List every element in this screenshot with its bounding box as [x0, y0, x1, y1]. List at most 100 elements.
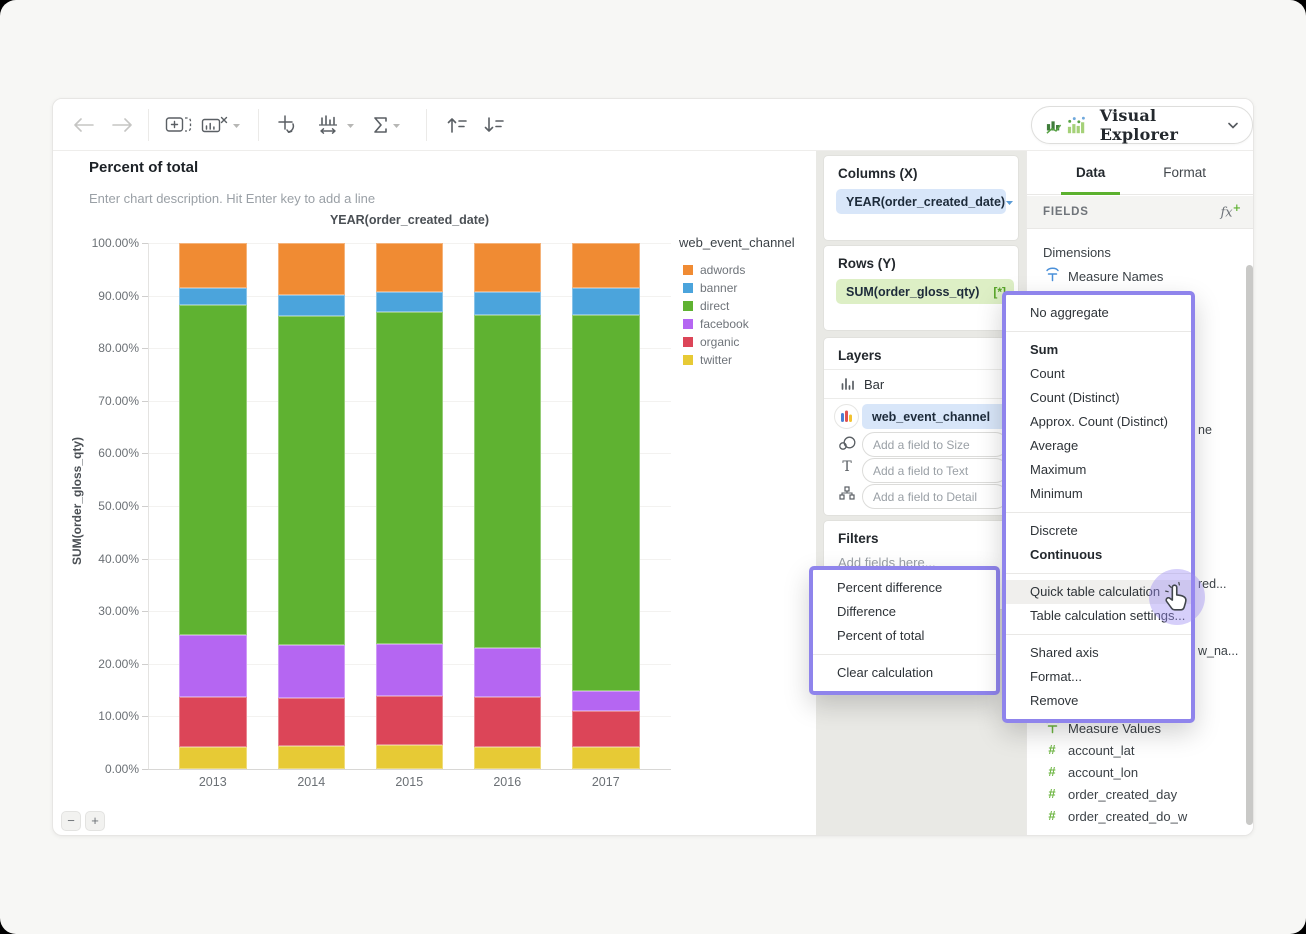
forward-button[interactable] — [107, 112, 137, 138]
bar-segment-banner-2016[interactable] — [473, 292, 541, 316]
field-order-created-day[interactable]: # order_created_day — [1043, 785, 1177, 803]
calc-menu-item-percent-difference[interactable]: Percent difference — [813, 576, 996, 600]
columns-field-pill[interactable]: YEAR(order_created_date) — [836, 189, 1014, 214]
bar-segment-twitter-2013[interactable] — [179, 746, 247, 769]
bar-segment-facebook-2015[interactable] — [375, 643, 443, 696]
aggregate-menu-item-average[interactable]: Average — [1006, 434, 1191, 458]
bar-segment-twitter-2014[interactable] — [277, 745, 345, 769]
color-field-pill[interactable]: web_event_channel — [862, 404, 1008, 429]
field-account-lat[interactable]: # account_lat — [1043, 741, 1134, 759]
rows-field-pill[interactable]: SUM(order_gloss_qty) [*] — [836, 279, 1014, 304]
bar-segment-organic-2013[interactable] — [179, 696, 247, 747]
forward-arrow-icon — [112, 118, 132, 132]
legend-item[interactable]: adwords — [683, 263, 745, 277]
bar-segment-adwords-2017[interactable] — [572, 243, 640, 289]
aggregate-menu-item-count-distinct[interactable]: Count (Distinct) — [1006, 386, 1191, 410]
bar-segment-banner-2013[interactable] — [179, 287, 247, 306]
size-field-input[interactable]: Add a field to Size — [862, 432, 1008, 457]
aggregate-menu-item-format[interactable]: Format... — [1006, 665, 1191, 689]
chart-title[interactable]: Percent of total — [89, 159, 198, 176]
aggregate-menu-item-minimum[interactable]: Minimum — [1006, 482, 1191, 506]
tab-data[interactable]: Data — [1060, 151, 1121, 195]
zoom-out-button[interactable]: − — [61, 811, 81, 831]
chevron-down-icon[interactable] — [1005, 193, 1014, 211]
bar-segment-facebook-2013[interactable] — [179, 634, 247, 697]
filters-shelf-title: Filters — [838, 531, 879, 546]
x-tick-label: 2015 — [395, 775, 424, 789]
x-tick-label: 2016 — [493, 775, 522, 789]
color-layer-icon[interactable] — [834, 404, 859, 429]
aggregate-menu-item-approx-count-distinct[interactable]: Approx. Count (Distinct) — [1006, 410, 1191, 434]
chevron-down-icon — [346, 116, 355, 134]
chart-description-input[interactable]: Enter chart description. Hit Enter key t… — [89, 191, 375, 206]
bar-segment-direct-2016[interactable] — [473, 315, 541, 648]
legend-item[interactable]: direct — [683, 299, 729, 313]
bar-segment-twitter-2015[interactable] — [375, 745, 443, 769]
aggregate-button[interactable] — [366, 112, 408, 138]
menu-section: Shared axis Format... Remove — [1006, 635, 1191, 719]
bar-segment-organic-2014[interactable] — [277, 697, 345, 746]
bar-segment-facebook-2014[interactable] — [277, 644, 345, 698]
legend-item[interactable]: banner — [683, 281, 737, 295]
bar-segment-twitter-2017[interactable] — [572, 746, 640, 769]
bar-segment-twitter-2016[interactable] — [473, 746, 541, 769]
bar-segment-direct-2013[interactable] — [179, 305, 247, 635]
sigma-icon — [374, 117, 387, 133]
bar-segment-facebook-2017[interactable] — [572, 691, 640, 712]
visual-explorer-switcher[interactable]: Visual Explorer — [1031, 106, 1253, 144]
calc-menu-item-difference[interactable]: Difference — [813, 600, 996, 624]
fields-scrollbar[interactable] — [1246, 265, 1253, 825]
aggregate-menu-item-sum[interactable]: Sum — [1006, 338, 1191, 362]
sort-descending-button[interactable] — [478, 112, 510, 138]
field-order-created-do-w[interactable]: # order_created_do_w — [1043, 807, 1187, 825]
rows-shelf-title: Rows (Y) — [838, 256, 896, 271]
bar-segment-adwords-2015[interactable] — [375, 243, 443, 292]
aggregate-menu-item-discrete[interactable]: Discrete — [1006, 519, 1191, 543]
aggregate-menu-item-maximum[interactable]: Maximum — [1006, 458, 1191, 482]
columns-shelf-title: Columns (X) — [838, 166, 918, 181]
bar-segment-banner-2015[interactable] — [375, 291, 443, 313]
calc-menu-item-percent-of-total[interactable]: Percent of total — [813, 624, 996, 648]
axis-settings-button[interactable] — [312, 112, 358, 138]
aggregate-menu-item-quick-table-calculation[interactable]: Quick table calculation — [1006, 580, 1191, 604]
aggregate-menu-item-table-calculation-settings[interactable]: Table calculation settings... — [1006, 604, 1191, 628]
swap-axes-button[interactable] — [273, 112, 305, 138]
sort-ascending-button[interactable] — [441, 112, 473, 138]
bar-segment-adwords-2016[interactable] — [473, 243, 541, 293]
add-calculation-icon[interactable]: fx+ — [1220, 203, 1241, 220]
bar-segment-banner-2014[interactable] — [277, 294, 345, 317]
bar-segment-organic-2016[interactable] — [473, 696, 541, 747]
tab-format[interactable]: Format — [1157, 151, 1212, 195]
bar-segment-direct-2015[interactable] — [375, 312, 443, 644]
aggregate-menu-item-count[interactable]: Count — [1006, 362, 1191, 386]
text-field-input[interactable]: Add a field to Text — [862, 458, 1008, 483]
add-chart-button[interactable] — [163, 112, 193, 138]
aggregate-menu-item-continuous[interactable]: Continuous — [1006, 543, 1191, 567]
aggregate-menu-item-no-aggregate[interactable]: No aggregate — [1006, 301, 1191, 325]
calc-menu-item-clear-calculation[interactable]: Clear calculation — [813, 661, 996, 685]
bar-segment-organic-2015[interactable] — [375, 695, 443, 746]
field-measure-names[interactable]: Measure Names — [1043, 267, 1163, 285]
bar-segment-adwords-2013[interactable] — [179, 243, 247, 288]
aggregate-menu-item-remove[interactable]: Remove — [1006, 689, 1191, 713]
bar-segment-direct-2014[interactable] — [277, 316, 345, 645]
bar-segment-facebook-2016[interactable] — [473, 648, 541, 697]
bar-segment-direct-2017[interactable] — [572, 314, 640, 692]
bar-segment-banner-2017[interactable] — [572, 288, 640, 315]
field-account-lon[interactable]: # account_lon — [1043, 763, 1138, 781]
legend-swatch — [683, 319, 693, 329]
layer-type-label[interactable]: Bar — [864, 377, 884, 392]
y-tick-label: 60.00% — [98, 446, 139, 461]
aggregate-menu-item-shared-axis[interactable]: Shared axis — [1006, 641, 1191, 665]
zoom-in-button[interactable]: + — [85, 811, 105, 831]
y-tick-label: 40.00% — [98, 551, 139, 566]
legend-item[interactable]: facebook — [683, 317, 749, 331]
legend-item[interactable]: organic — [683, 335, 739, 349]
legend-item[interactable]: twitter — [683, 353, 732, 367]
bar-segment-adwords-2014[interactable] — [277, 243, 345, 295]
remove-chart-button[interactable] — [199, 112, 243, 138]
fields-header-label: FIELDS — [1043, 206, 1089, 218]
back-button[interactable] — [69, 112, 99, 138]
detail-field-input[interactable]: Add a field to Detail — [862, 484, 1008, 509]
bar-segment-organic-2017[interactable] — [572, 711, 640, 747]
